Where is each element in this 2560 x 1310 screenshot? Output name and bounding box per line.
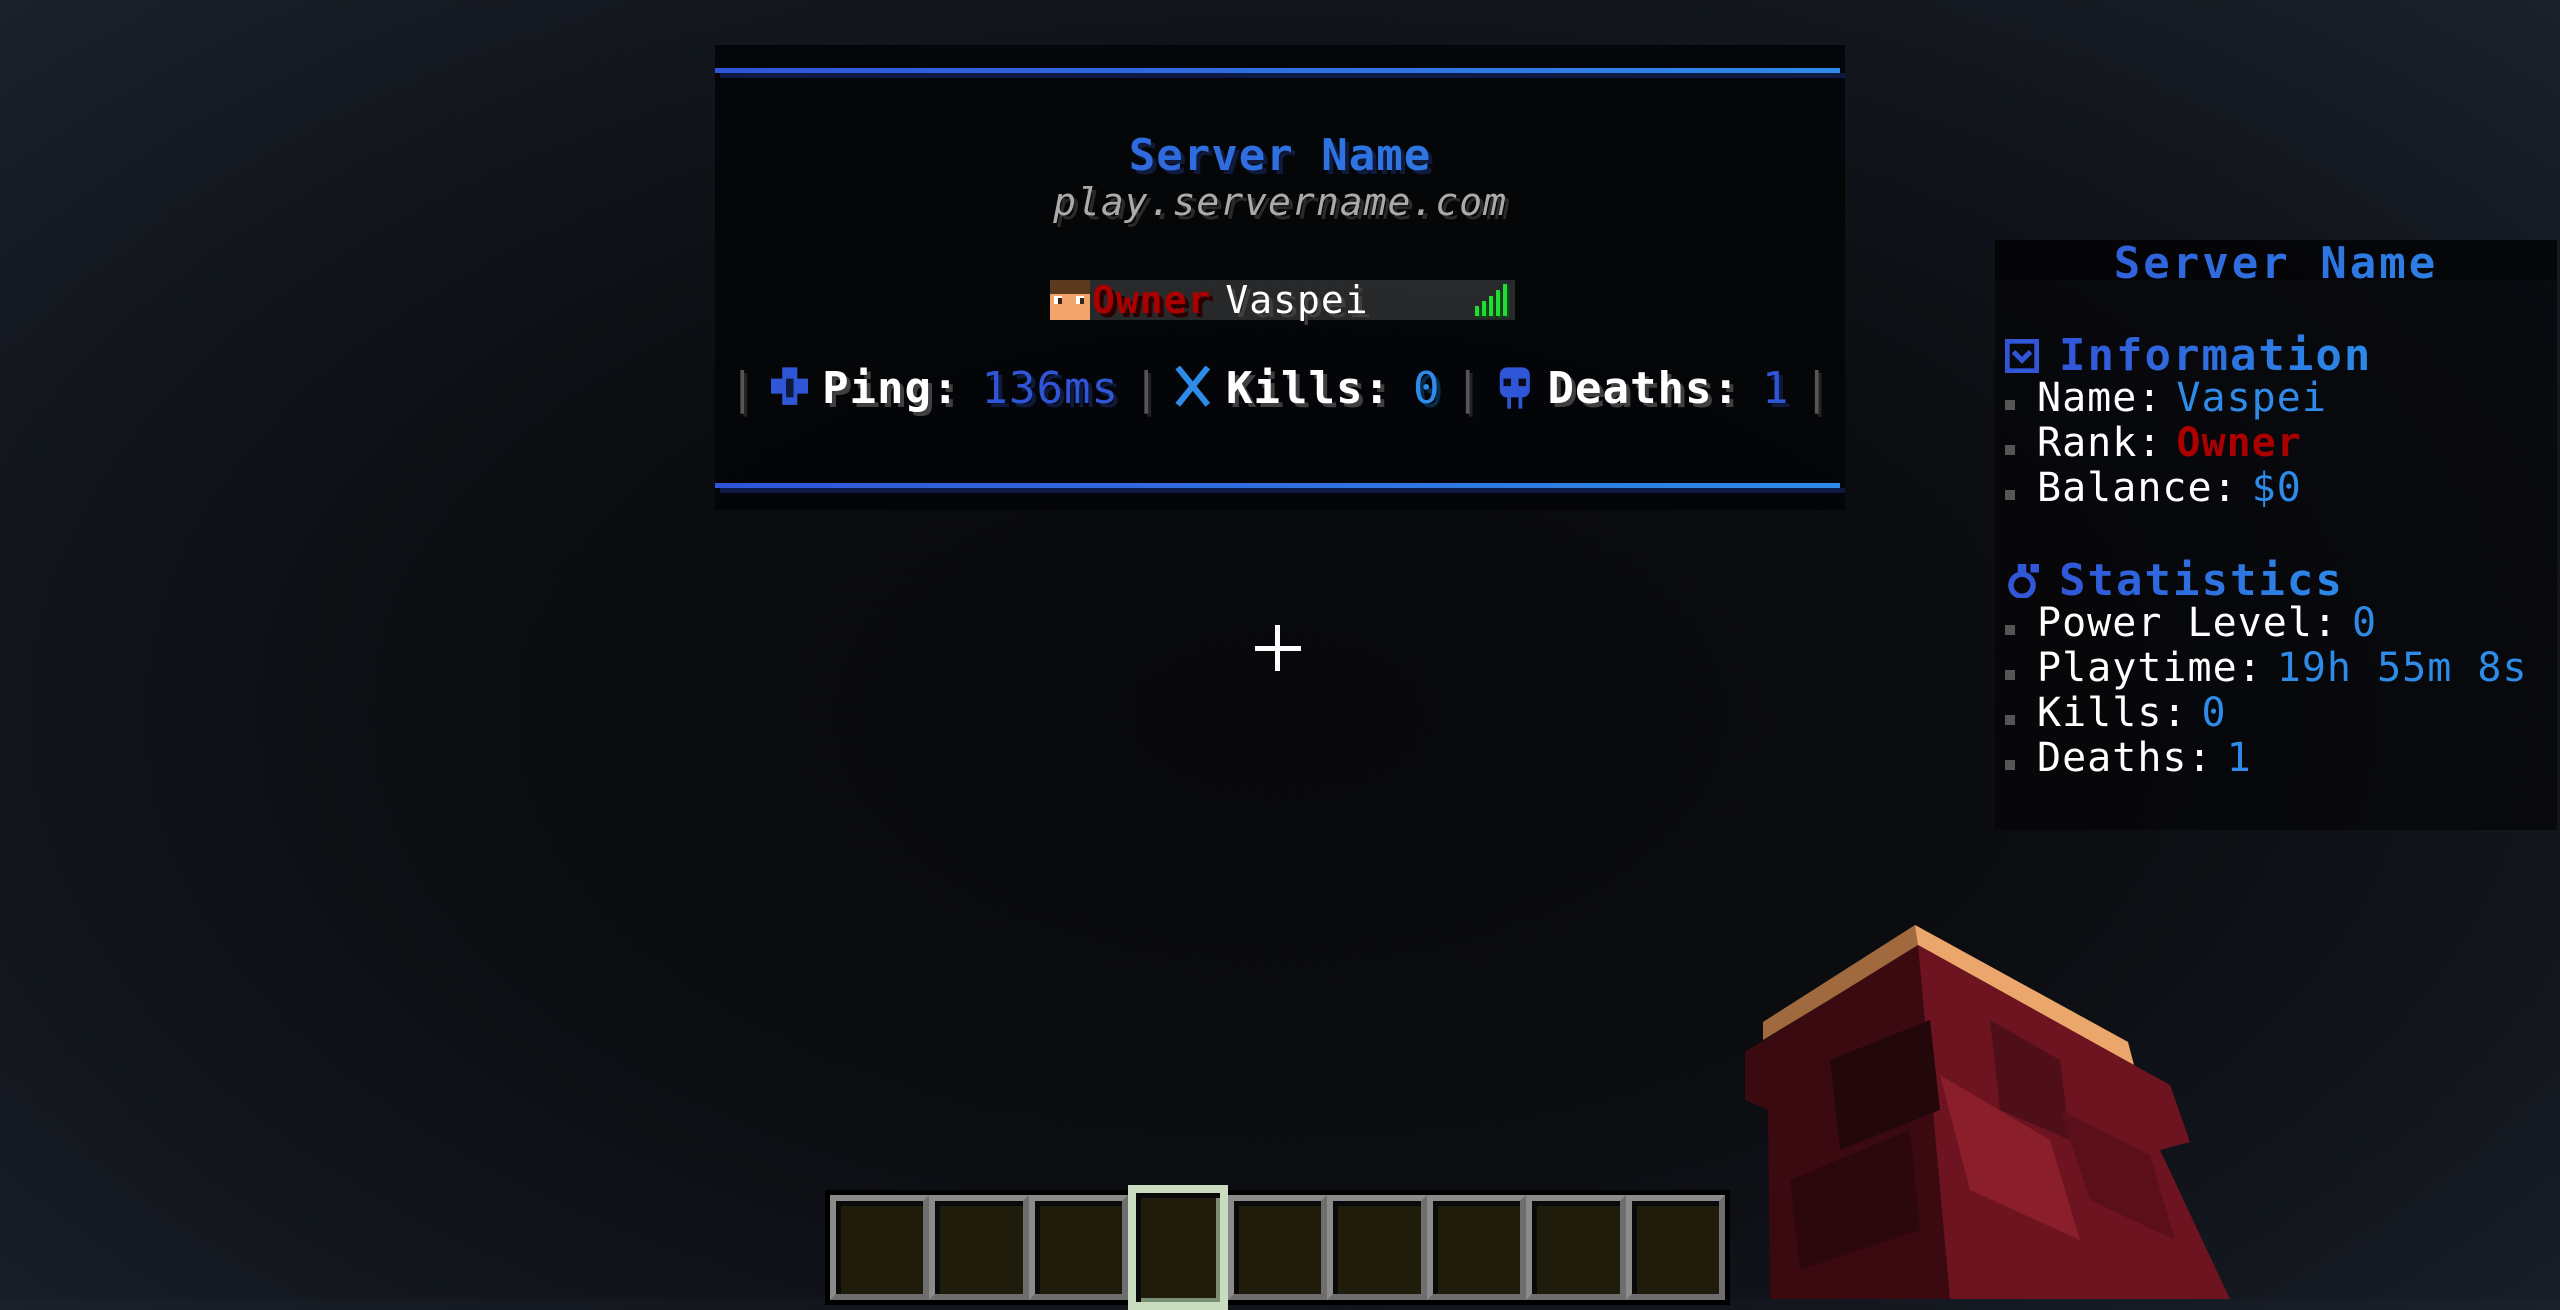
bullet-icon	[2005, 445, 2015, 455]
player-arm	[1745, 925, 2230, 1299]
section-heading: Information	[2059, 330, 2373, 381]
line-label: Kills:	[2037, 690, 2188, 736]
hotbar-slot-5[interactable]	[1227, 1195, 1328, 1300]
line-label: Balance:	[2037, 465, 2238, 511]
line-label: Playtime:	[2037, 645, 2263, 691]
ping-label: Ping:	[822, 362, 960, 414]
bullet-icon	[2005, 760, 2015, 770]
sidebar-line-playtime: Playtime: 19h 55m 8s	[2005, 645, 2528, 691]
separator: |	[1454, 362, 1482, 414]
tab-header-address: play.servername.com	[1053, 180, 1507, 224]
line-label: Deaths:	[2037, 735, 2213, 781]
kills-label: Kills:	[1226, 362, 1391, 414]
line-value: 19h 55m 8s	[2276, 645, 2528, 691]
line-value: Owner	[2176, 420, 2302, 466]
flame-icon	[2008, 563, 2039, 598]
bullet-icon	[2005, 715, 2015, 725]
hotbar-slot-1[interactable]	[830, 1195, 930, 1300]
separator: |	[1803, 362, 1831, 414]
section-statistics: Statistics	[2005, 555, 2344, 606]
deaths-label: Deaths:	[1547, 362, 1740, 414]
crosshair-icon	[1255, 625, 1301, 671]
sidebar-line-power-level: Power Level: 0	[2005, 600, 2377, 646]
hotbar-slot-9[interactable]	[1625, 1195, 1725, 1300]
separator: |	[1132, 362, 1161, 414]
bullet-icon	[2005, 490, 2015, 500]
tab-footer-divider	[715, 483, 1840, 488]
section-information: Information	[2005, 330, 2372, 381]
deaths-value: 1	[1761, 362, 1790, 414]
sidebar-line-deaths: Deaths: 1	[2005, 735, 2252, 781]
scoreboard-sidebar: Server Name Information Name: Vaspei Ran…	[1995, 238, 2557, 830]
line-label: Name:	[2037, 375, 2163, 421]
bullet-icon	[2005, 400, 2015, 410]
hotbar-slot-4-selected[interactable]	[1128, 1185, 1228, 1310]
signal-bars-icon	[1475, 284, 1507, 316]
hotbar-slot-3[interactable]	[1028, 1195, 1129, 1300]
tab-footer-stats: | Ping: 136ms | Kills: 0 | Deaths: 1 |	[715, 362, 1845, 414]
tab-header-divider	[715, 68, 1840, 73]
tab-header-title: Server Name	[715, 130, 1845, 181]
hotbar-slot-7[interactable]	[1426, 1195, 1527, 1300]
hotbar	[825, 1185, 1730, 1310]
player-head-icon	[1050, 280, 1090, 320]
line-value: 0	[2351, 600, 2378, 646]
bullet-icon	[2005, 670, 2015, 680]
hotbar-slot-8[interactable]	[1526, 1195, 1626, 1300]
kills-value: 0	[1412, 362, 1441, 414]
sidebar-line-balance: Balance: $0	[2005, 465, 2302, 511]
skull-icon	[1499, 367, 1530, 409]
swords-icon	[1175, 366, 1211, 407]
line-value: $0	[2251, 465, 2302, 511]
ping-value: 136ms	[981, 362, 1119, 414]
line-value: 1	[2226, 735, 2252, 781]
bullet-icon	[2005, 625, 2015, 635]
line-label: Rank:	[2037, 420, 2163, 466]
hotbar-slot-2[interactable]	[929, 1195, 1029, 1300]
envelope-icon	[2005, 338, 2039, 373]
section-heading: Statistics	[2059, 555, 2344, 606]
sidebar-title: Server Name	[1995, 238, 2557, 289]
sidebar-line-rank: Rank: Owner	[2005, 420, 2302, 466]
sidebar-line-kills: Kills: 0	[2005, 690, 2227, 736]
player-rank: Owner	[1092, 278, 1212, 322]
line-value: Vaspei	[2176, 375, 2327, 421]
tab-player-entry: Owner Vaspei	[1050, 278, 1515, 322]
player-name: Vaspei	[1225, 278, 1369, 322]
line-value: 0	[2201, 690, 2227, 736]
line-label: Power Level:	[2037, 600, 2338, 646]
ping-icon	[770, 367, 809, 405]
sidebar-line-name: Name: Vaspei	[2005, 375, 2327, 421]
player-tab-list: Server Name play.servername.com Owner Va…	[715, 45, 1845, 510]
hotbar-slot-6[interactable]	[1327, 1195, 1427, 1300]
separator: |	[729, 362, 757, 414]
